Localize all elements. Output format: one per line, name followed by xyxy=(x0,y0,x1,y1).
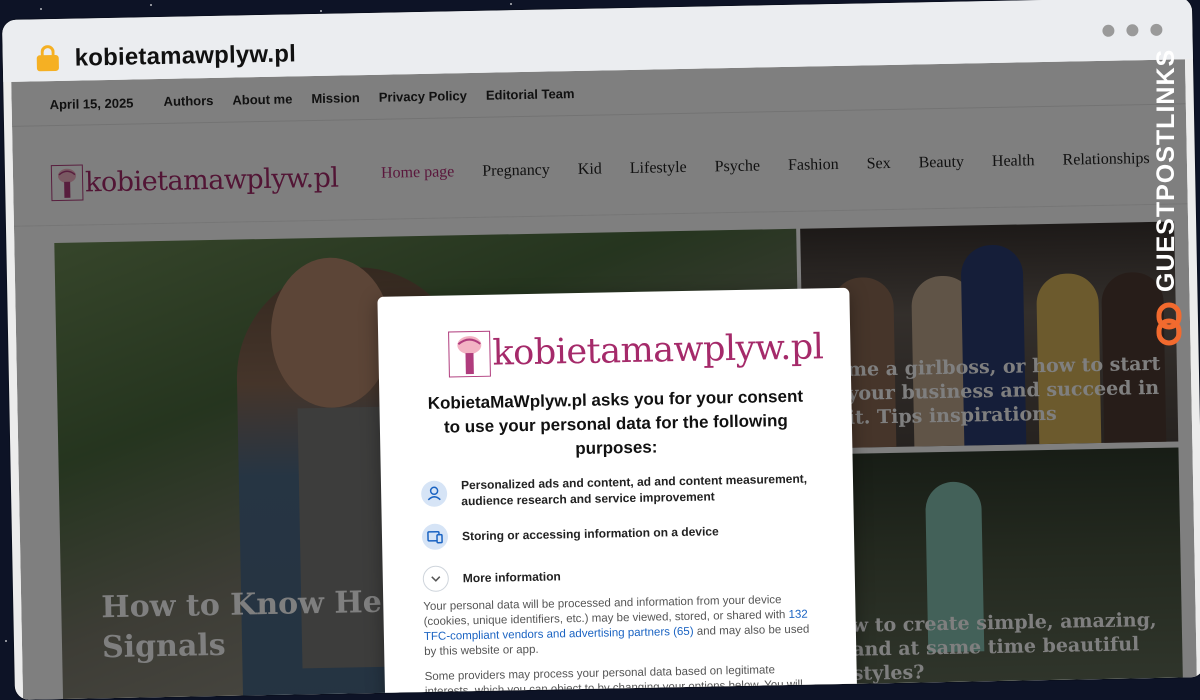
consent-body-1-start: Your personal data will be processed and… xyxy=(423,594,789,629)
consent-purpose-storage-text: Storing or accessing information on a de… xyxy=(461,524,719,544)
chain-link-icon xyxy=(1156,302,1182,346)
makeup-brush-icon xyxy=(448,330,491,378)
consent-body-1: Your personal data will be processed and… xyxy=(423,592,824,660)
consent-purpose-storage: Storing or accessing information on a de… xyxy=(421,516,822,551)
consent-body-2: Some providers may process your personal… xyxy=(424,664,803,699)
lock-icon xyxy=(36,44,59,72)
more-information-label[interactable]: More information xyxy=(463,568,561,586)
page-viewport: April 15, 2025 Authors About me Mission … xyxy=(11,59,1197,700)
consent-logo-text: kobietamawplyw.pl xyxy=(492,327,824,374)
window-dot-icon[interactable] xyxy=(1102,24,1115,37)
consent-purpose-ads-text: Personalized ads and content, ad and con… xyxy=(460,471,808,509)
browser-frame: kobietamawplyw.pl April 15, 2025 Authors… xyxy=(2,0,1200,700)
device-icon xyxy=(421,523,449,551)
window-dot-icon[interactable] xyxy=(1126,24,1139,37)
consent-purpose-ads: Personalized ads and content, ad and con… xyxy=(420,470,822,510)
chevron-down-icon[interactable] xyxy=(422,565,450,593)
watermark-text: GUESTPOSTLINKS xyxy=(1152,48,1180,292)
consent-logo: kobietamawplyw.pl xyxy=(448,324,824,378)
window-controls xyxy=(1102,23,1163,37)
user-icon xyxy=(420,480,448,508)
window-dot-icon[interactable] xyxy=(1150,23,1163,36)
browser-window: kobietamawplyw.pl April 15, 2025 Authors… xyxy=(2,0,1200,700)
guestpostlinks-watermark: GUESTPOSTLINKS xyxy=(1152,48,1188,352)
url-text[interactable]: kobietamawplyw.pl xyxy=(74,40,296,72)
consent-heading: KobietaMaWplyw.pl asks you for your cons… xyxy=(427,386,804,459)
more-information-toggle[interactable]: More information xyxy=(422,558,823,593)
consent-dialog: kobietamawplyw.pl KobietaMaWplyw.pl asks… xyxy=(377,287,858,700)
